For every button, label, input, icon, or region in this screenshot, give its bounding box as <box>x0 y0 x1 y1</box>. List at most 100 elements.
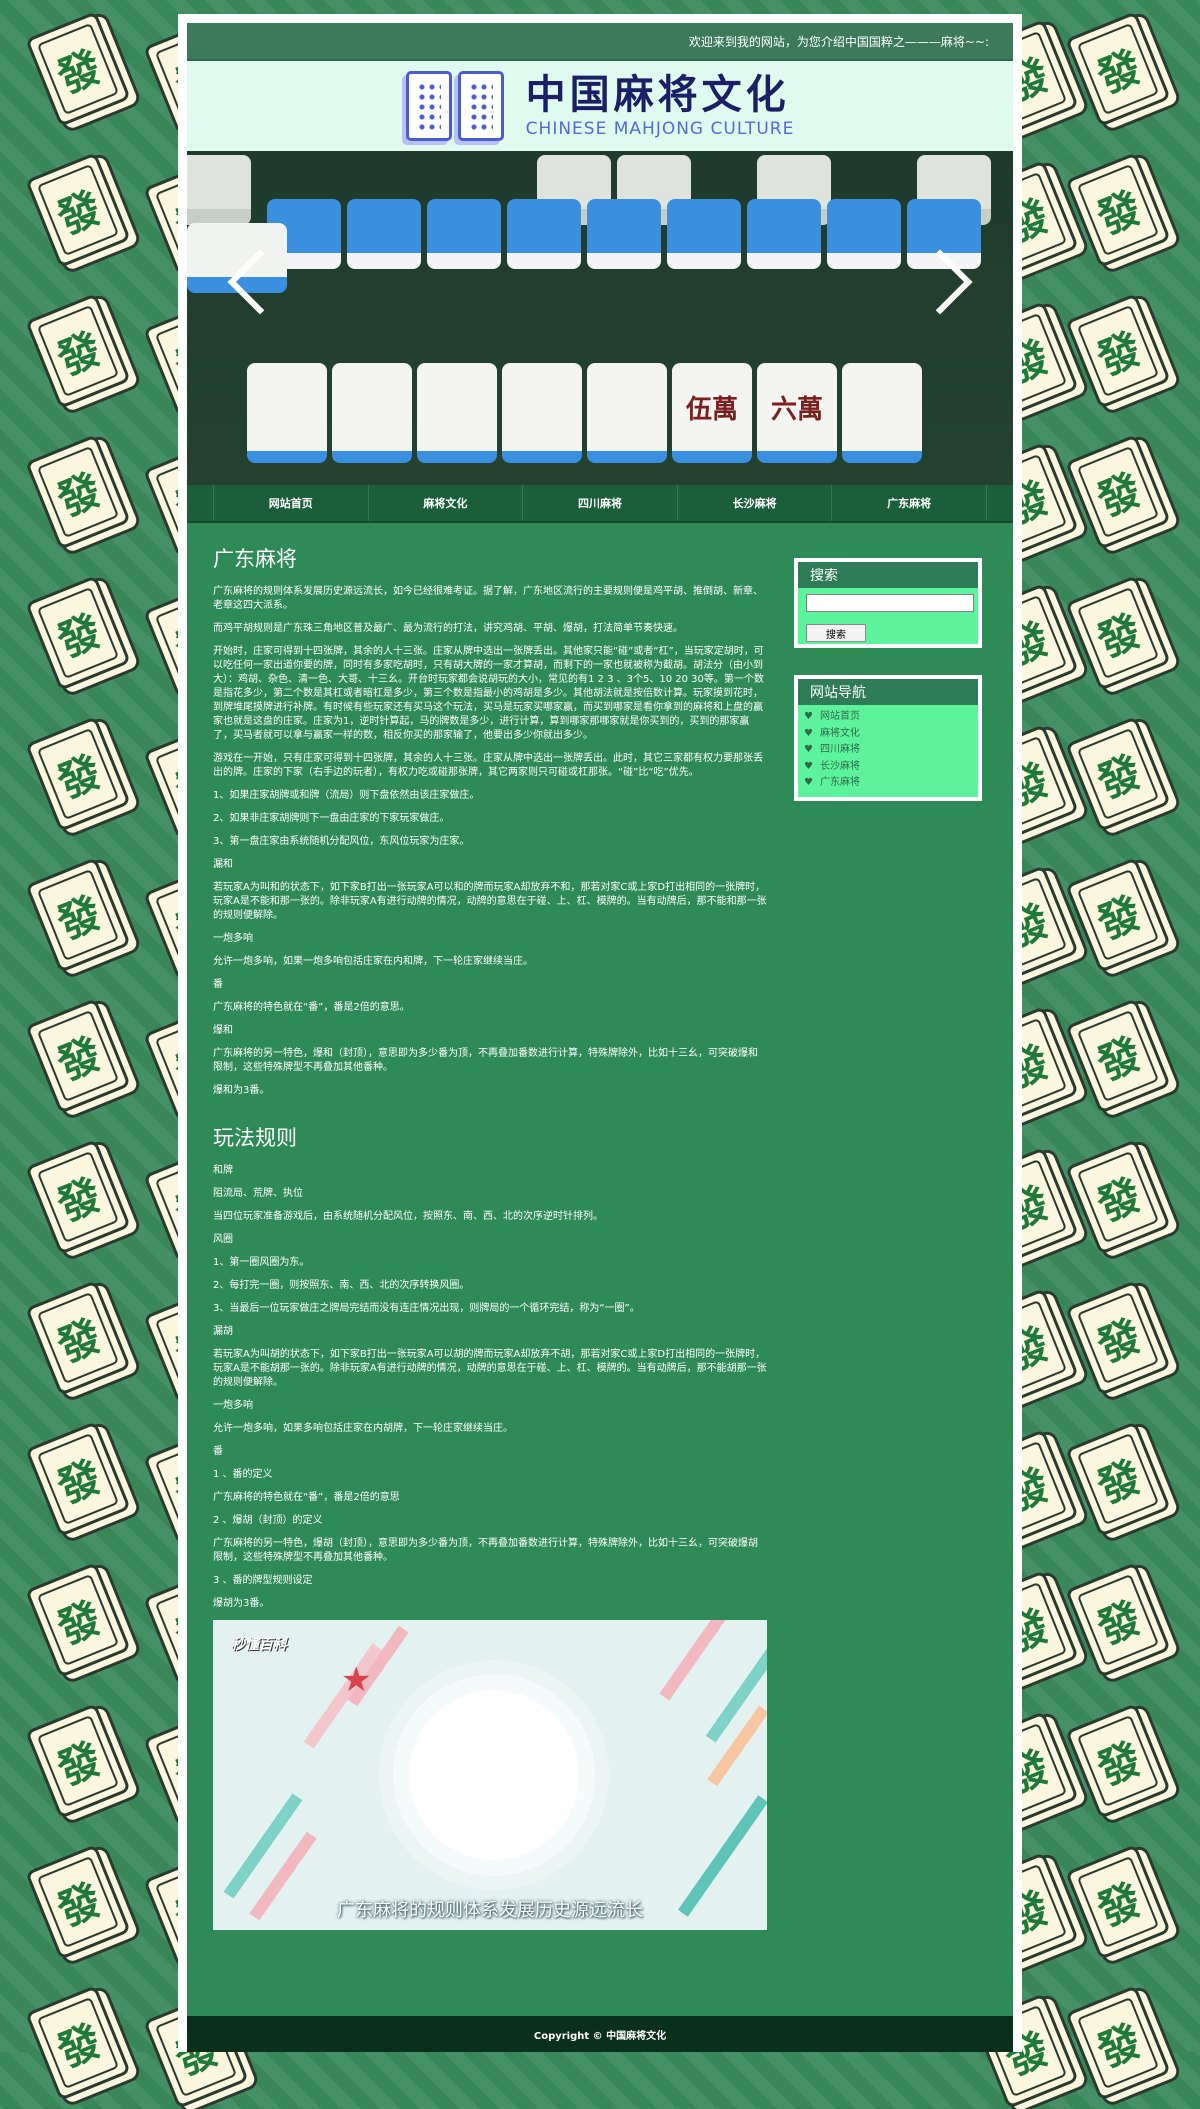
content-paragraph: 2 、爆胡（封顶）的定义 <box>213 1515 323 1526</box>
background-fa-tile-icon: 發 <box>25 857 131 973</box>
nav-item-sichuan[interactable]: 四川麻将 <box>522 485 677 521</box>
content-paragraph: 若玩家A为叫和的状态下，如下家B打出一张玩家A可以和的牌而玩家A却放弃不和，那若… <box>213 882 767 921</box>
mahjong-tile-face <box>247 363 327 463</box>
background-fa-tile-icon: 發 <box>25 1421 131 1537</box>
content-paragraph: 漏胡 <box>213 1326 233 1337</box>
background-fa-tile-icon: 發 <box>1065 716 1171 832</box>
site-nav-link-label: 长沙麻将 <box>819 760 860 772</box>
video-player[interactable]: 秒懂百科 ★ 广东麻将的规则体系发展历史源远流长 <box>213 1620 767 1930</box>
site-nav-link-label: 广东麻将 <box>819 777 860 788</box>
content-paragraph: 而鸡平胡规则是广东珠三角地区普及最广、最为流行的打法，讲究鸡胡、平胡、爆胡，打法… <box>213 623 683 634</box>
site-nav-link[interactable]: ♥ 四川麻将 <box>804 742 978 759</box>
background-fa-tile-icon: 發 <box>1065 998 1171 1114</box>
top-bar: 欢迎来到我的网站，为您介绍中国国粹之———麻将~~: <box>187 23 1013 61</box>
content-paragraph: 开始时，庄家可得到十四张牌，其余的人十三张。庄家从牌中选出一张牌丢出。其他家只能… <box>213 646 764 741</box>
page-frame: 欢迎来到我的网站，为您介绍中国国粹之———麻将~~: 中国麻将文化 CHINES… <box>178 14 1022 2052</box>
site-nav-link-label: 麻将文化 <box>819 727 860 739</box>
heart-icon: ♥ <box>804 760 813 772</box>
mahjong-tile-face <box>332 363 412 463</box>
content-paragraph: 3、当最后一位玩家做庄之牌局完结而没有连庄情况出现，则牌局的一个循环完结，称为“… <box>213 1303 640 1314</box>
content-paragraph: 游戏在一开始，只有庄家可得到十四张牌，其余的人十三张。庄家从牌中选出一张牌丢出。… <box>213 753 763 778</box>
background-fa-tile-icon: 發 <box>1065 1421 1171 1537</box>
video-caption: 广东麻将的规则体系发展历史源远流长 <box>337 1900 643 1921</box>
content-paragraph: 若玩家A为叫胡的状态下，如下家B打出一张玩家A可以胡的牌而玩家A却放弃不胡，那若… <box>213 1349 767 1388</box>
site-subtitle: CHINESE MAHJONG CULTURE <box>525 119 795 139</box>
search-widget: 搜索 搜索 <box>794 558 982 648</box>
site-nav-list: ♥ 网站首页 ♥ 麻将文化 ♥ 四川麻将 ♥ 长沙麻将 ♥ 广东麻将 <box>798 709 978 792</box>
search-widget-title: 搜索 <box>798 562 978 588</box>
heading-guangdong-mahjong: 广东麻将 <box>213 547 297 571</box>
content-paragraph: 1、如果庄家胡牌或和牌（流局）则下盘依然由该庄家做庄。 <box>213 790 480 801</box>
tile-faces-row: 伍萬 六萬 <box>247 363 927 463</box>
video-source-logo: 秒懂百科 <box>231 1637 287 1653</box>
mahjong-tile-face: 伍萬 <box>672 363 752 463</box>
content-paragraph: 番 <box>213 1446 223 1457</box>
site-nav-widget: 网站导航 ♥ 网站首页 ♥ 麻将文化 ♥ 四川麻将 ♥ 长沙麻将 ♥ 广东麻将 <box>794 675 982 801</box>
content-paragraph: 一炮多响 <box>213 933 253 944</box>
main-nav: 网站首页 麻将文化 四川麻将 长沙麻将 广东麻将 <box>187 485 1013 523</box>
background-fa-tile-icon: 發 <box>1065 857 1171 973</box>
content-paragraph: 广东麻将的特色就在“番”，番是2倍的意思。 <box>213 1002 410 1013</box>
content-paragraph: 广东麻将的规则体系发展历史源远流长，如今已经很难考证。据了解，广东地区流行的主要… <box>213 586 763 611</box>
background-fa-tile-icon: 發 <box>25 1562 131 1678</box>
mahjong-tile-face <box>417 363 497 463</box>
mahjong-tile-face <box>587 363 667 463</box>
background-fa-tile-icon: 發 <box>1065 434 1171 550</box>
content-paragraph: 2、每打完一圈，则按照东、南、西、北的次序转换风圈。 <box>213 1280 470 1291</box>
section-play-rules: 和牌 阻流局、荒牌、执位 当四位玩家准备游戏后，由系统随机分配风位，按照东、南、西、… <box>213 1164 767 1611</box>
heart-icon: ♥ <box>804 744 813 755</box>
background-fa-tile-icon: 發 <box>25 1844 131 1960</box>
site-nav-link-label: 网站首页 <box>819 711 860 722</box>
content-paragraph: 风圈 <box>213 1234 233 1245</box>
background-fa-tile-icon: 發 <box>1065 1280 1171 1396</box>
star-icon: ★ <box>341 1660 372 1700</box>
background-fa-tile-icon: 發 <box>25 293 131 409</box>
content-paragraph: 番 <box>213 979 223 990</box>
content-paragraph: 爆和 <box>213 1025 233 1036</box>
page-container: 欢迎来到我的网站，为您介绍中国国粹之———麻将~~: 中国麻将文化 CHINES… <box>187 23 1013 2052</box>
background-fa-tile-icon: 發 <box>1065 293 1171 409</box>
content-paragraph: 爆胡为3番。 <box>213 1598 270 1609</box>
content-paragraph: 漏和 <box>213 859 233 870</box>
copyright-text: Copyright © 中国麻将文化 <box>533 2030 667 2042</box>
site-nav-link[interactable]: ♥ 广东麻将 <box>804 775 978 792</box>
background-fa-tile-icon: 發 <box>25 1139 131 1255</box>
search-button[interactable]: 搜索 <box>806 624 866 642</box>
background-fa-tile-icon: 發 <box>25 1985 131 2101</box>
site-nav-link[interactable]: ♥ 长沙麻将 <box>804 759 978 776</box>
background-fa-tile-icon: 發 <box>25 575 131 691</box>
background-fa-tile-icon: 發 <box>1065 1139 1171 1255</box>
content-paragraph: 一炮多响 <box>213 1400 253 1411</box>
nav-item-home[interactable]: 网站首页 <box>213 485 368 521</box>
content-paragraph: 1 、番的定义 <box>213 1469 273 1480</box>
background-fa-tile-icon: 發 <box>1065 1844 1171 1960</box>
content-paragraph: 广东麻将的特色就在“番”，番是2倍的意思 <box>213 1492 400 1503</box>
background-fa-tile-icon: 發 <box>25 1703 131 1819</box>
welcome-marquee: 欢迎来到我的网站，为您介绍中国国粹之———麻将~~: <box>688 34 989 49</box>
site-nav-link[interactable]: ♥ 麻将文化 <box>804 726 978 743</box>
background-fa-tile-icon: 發 <box>25 434 131 550</box>
footer: Copyright © 中国麻将文化 <box>187 2016 1013 2052</box>
image-slider: 伍萬 六萬 <box>187 151 1013 485</box>
search-input[interactable] <box>806 594 974 612</box>
content-paragraph: 2、如果非庄家胡牌则下一盘由庄家的下家玩家做庄。 <box>213 813 450 824</box>
site-nav-link-label: 四川麻将 <box>819 744 860 755</box>
mahjong-logo-icon <box>405 71 504 141</box>
site-nav-link[interactable]: ♥ 网站首页 <box>804 709 978 726</box>
site-nav-title: 网站导航 <box>798 679 978 705</box>
content-paragraph: 广东麻将的另一特色，爆和（封顶），意思即为多少番为顶，不再叠加番数进行计算，特殊… <box>213 1048 758 1073</box>
site-banner: 中国麻将文化 CHINESE MAHJONG CULTURE <box>187 61 1013 151</box>
site-title: 中国麻将文化 <box>525 72 790 118</box>
background-fa-tile-icon: 發 <box>25 11 131 127</box>
content-paragraph: 广东麻将的另一特色，爆胡（封顶），意思即为多少番为顶，不再叠加番数进行计算，特殊… <box>213 1538 758 1563</box>
nav-item-culture[interactable]: 麻将文化 <box>367 485 523 521</box>
background-fa-tile-icon: 發 <box>1065 152 1171 268</box>
nav-item-changsha[interactable]: 长沙麻将 <box>676 485 832 521</box>
background-fa-tile-icon: 發 <box>25 1280 131 1396</box>
content-paragraph: 当四位玩家准备游戏后，由系统随机分配风位，按照东、南、西、北的次序逆时针排列。 <box>213 1211 603 1222</box>
mahjong-tile-face: 六萬 <box>757 363 837 463</box>
mahjong-tile-face <box>502 363 582 463</box>
nav-item-guangdong[interactable]: 广东麻将 <box>831 485 987 521</box>
content-paragraph: 允许一炮多响，如果多响包括庄家在内胡牌，下一轮庄家继续当庄。 <box>213 1423 513 1434</box>
section-rules-intro: 广东麻将的规则体系发展历史源远流长，如今已经很难考证。据了解，广东地区流行的主要… <box>213 585 767 1098</box>
